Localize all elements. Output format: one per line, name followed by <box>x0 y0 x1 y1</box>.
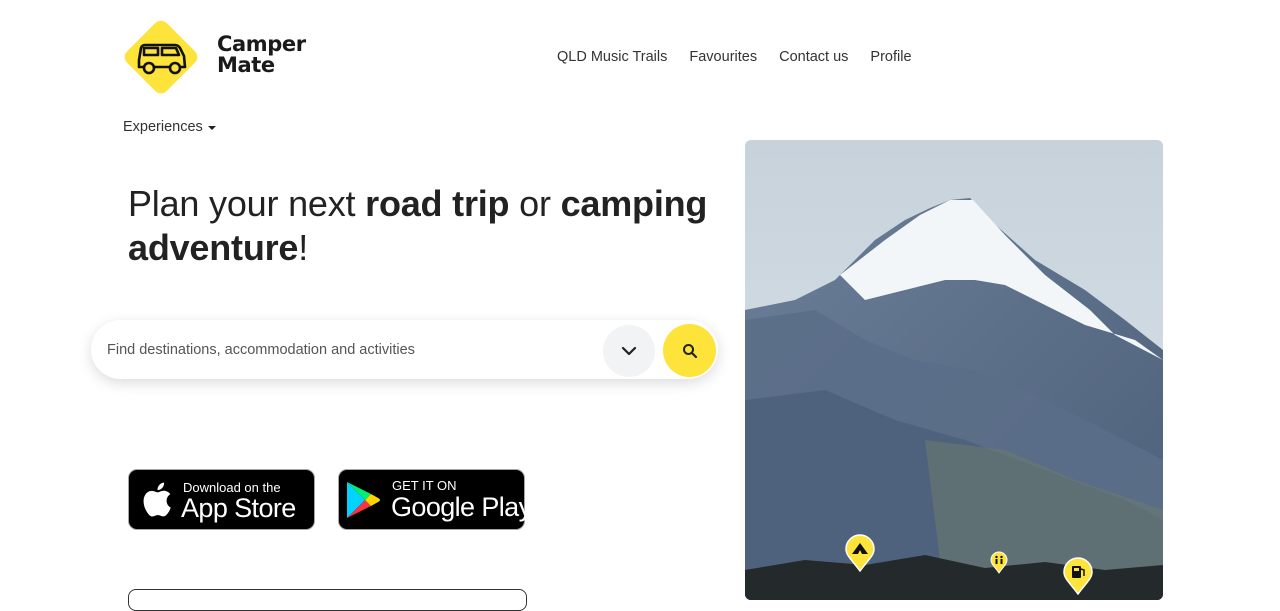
fuel-icon[interactable] <box>1063 557 1093 595</box>
headline-part-2: or <box>509 183 561 224</box>
experiences-dropdown[interactable]: Experiences <box>123 119 216 135</box>
logo-diamond-icon <box>124 20 198 94</box>
google-play-small-text: GET IT ON <box>392 478 457 493</box>
caret-down-icon <box>207 125 216 130</box>
brand-line-1: Camper <box>217 32 306 56</box>
headline-end: ! <box>298 227 309 268</box>
camping-icon[interactable] <box>845 534 875 572</box>
toilets-icon[interactable] <box>990 551 1008 574</box>
campermate-logo[interactable]: Camper Mate <box>119 15 309 99</box>
brand-line-2: Mate <box>217 53 275 77</box>
app-store-badge[interactable]: Download on the App Store <box>128 469 315 530</box>
google-play-icon <box>347 482 380 518</box>
app-store-big-text: App Store <box>181 493 296 523</box>
brand-name: Camper Mate <box>217 34 306 76</box>
headline-part-1: Plan your next <box>128 183 366 224</box>
search-options-button[interactable] <box>603 325 655 377</box>
nav-qld-music-trails[interactable]: QLD Music Trails <box>557 49 667 65</box>
search-icon <box>682 343 697 358</box>
headline-bold-1: road trip <box>365 183 510 224</box>
nav-contact-us[interactable]: Contact us <box>779 49 848 65</box>
google-play-badge[interactable]: GET IT ON Google Play <box>338 469 532 530</box>
nav-profile[interactable]: Profile <box>870 49 911 65</box>
page-headline: Plan your next road trip or camping adve… <box>128 182 728 270</box>
mountain-illustration <box>745 140 1163 600</box>
hero-image <box>745 140 1163 600</box>
google-play-big-text: Google Play <box>391 492 532 522</box>
search-input[interactable] <box>105 338 589 362</box>
experiences-label: Experiences <box>123 119 203 135</box>
nav-favourites[interactable]: Favourites <box>689 49 757 65</box>
secondary-card <box>128 589 527 611</box>
apple-icon <box>143 482 171 517</box>
search-bar <box>91 320 718 379</box>
chevron-down-icon <box>621 346 637 356</box>
search-button[interactable] <box>663 324 716 377</box>
main-nav: QLD Music Trails Favourites Contact us P… <box>557 49 934 65</box>
